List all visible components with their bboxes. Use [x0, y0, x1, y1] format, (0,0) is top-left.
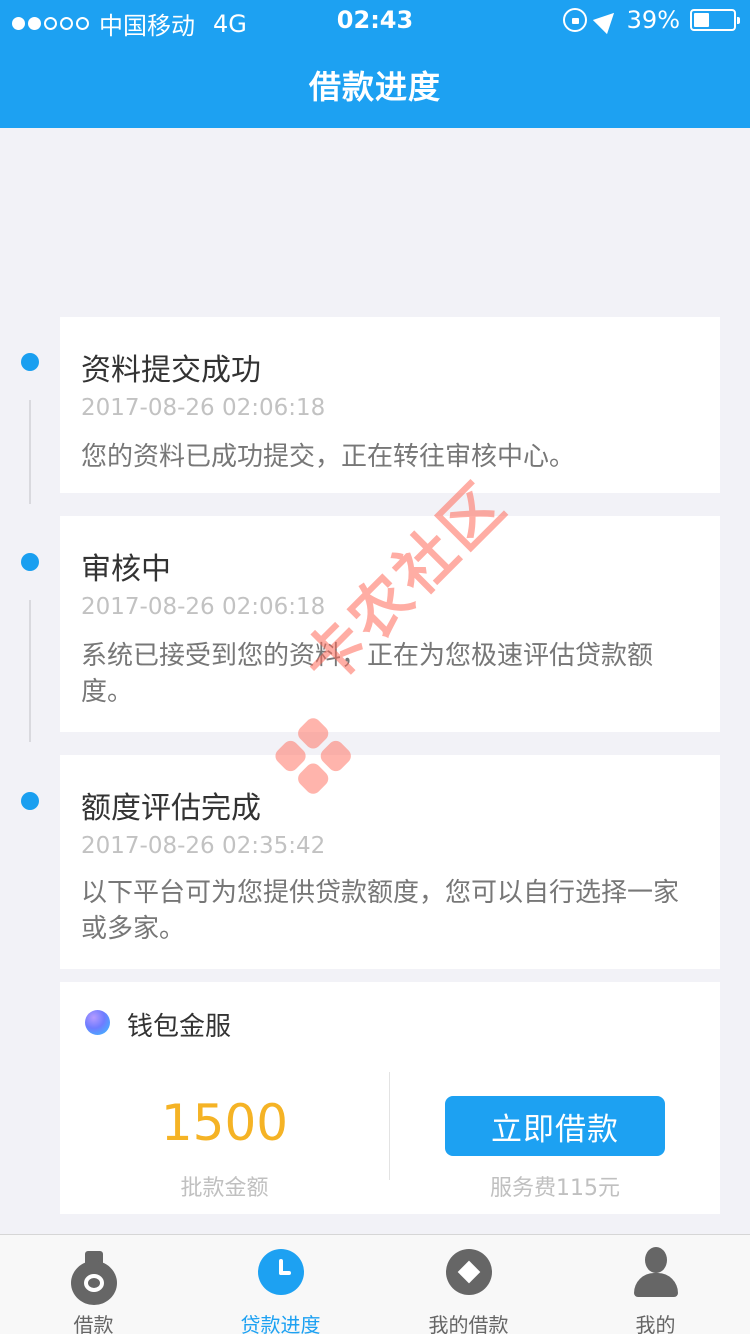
timeline-connector — [29, 600, 31, 742]
tab-label: 我的 — [635, 1313, 676, 1334]
tab-loan-progress[interactable]: 贷款进度 — [187, 1235, 374, 1334]
approved-amount: 1500 — [160, 1094, 289, 1152]
timeline-dot — [21, 353, 39, 371]
tab-my-loans[interactable]: 我的借款 — [375, 1235, 562, 1334]
tab-label: 我的借款 — [428, 1313, 509, 1334]
loan-offer-card: 钱包金服 1500 批款金额 立即借款 服务费115元 — [60, 982, 720, 1214]
step-title: 额度评估完成 — [81, 791, 261, 826]
step-desc: 您的资料已成功提交，正在转往审核中心。 — [81, 442, 576, 472]
service-fee: 服务费115元 — [490, 1176, 620, 1201]
medal-icon — [71, 1249, 117, 1305]
divider — [389, 1072, 390, 1180]
step-title: 资料提交成功 — [81, 353, 261, 388]
battery-fill — [694, 13, 709, 27]
timeline-card: 资料提交成功 2017-08-26 02:06:18 您的资料已成功提交，正在转… — [60, 317, 720, 493]
battery-icon — [690, 9, 740, 31]
brand-name: 钱包金服 — [127, 1012, 232, 1042]
person-icon — [632, 1245, 680, 1297]
tab-borrow[interactable]: 借款 — [0, 1235, 187, 1334]
timeline-dot — [21, 553, 39, 571]
clock-icon — [258, 1249, 304, 1295]
status-bar: 中国移动 4G 02:43 39% — [0, 0, 750, 40]
timeline-dot — [21, 792, 39, 810]
location-arrow-icon — [592, 5, 621, 35]
step-time: 2017-08-26 02:35:42 — [81, 833, 326, 859]
brand-logo-icon — [85, 1010, 110, 1035]
tab-me[interactable]: 我的 — [562, 1235, 749, 1334]
approved-amount-label: 批款金额 — [180, 1176, 269, 1201]
borrow-now-button[interactable]: 立即借款 — [445, 1096, 665, 1156]
tab-label: 贷款进度 — [240, 1313, 321, 1334]
step-time: 2017-08-26 02:06:18 — [81, 594, 326, 620]
step-title: 审核中 — [81, 552, 171, 587]
top-bar: 中国移动 4G 02:43 39% 借款进度 — [0, 0, 750, 128]
step-desc: 以下平台可为您提供贷款额度，您可以自行选择一家或多家。 — [81, 878, 680, 944]
tab-bar: 借款 贷款进度 我的借款 我的 — [0, 1234, 750, 1334]
tab-label: 借款 — [73, 1313, 114, 1334]
battery-percent: 39% — [626, 6, 680, 34]
step-time: 2017-08-26 02:06:18 — [81, 395, 326, 421]
diamond-icon — [446, 1249, 492, 1295]
page-title: 借款进度 — [308, 68, 441, 106]
status-right: 39% — [562, 5, 740, 35]
timeline-card: 额度评估完成 2017-08-26 02:35:42 以下平台可为您提供贷款额度… — [60, 755, 720, 969]
rotation-lock-icon — [562, 8, 587, 32]
timeline-connector — [29, 400, 31, 504]
